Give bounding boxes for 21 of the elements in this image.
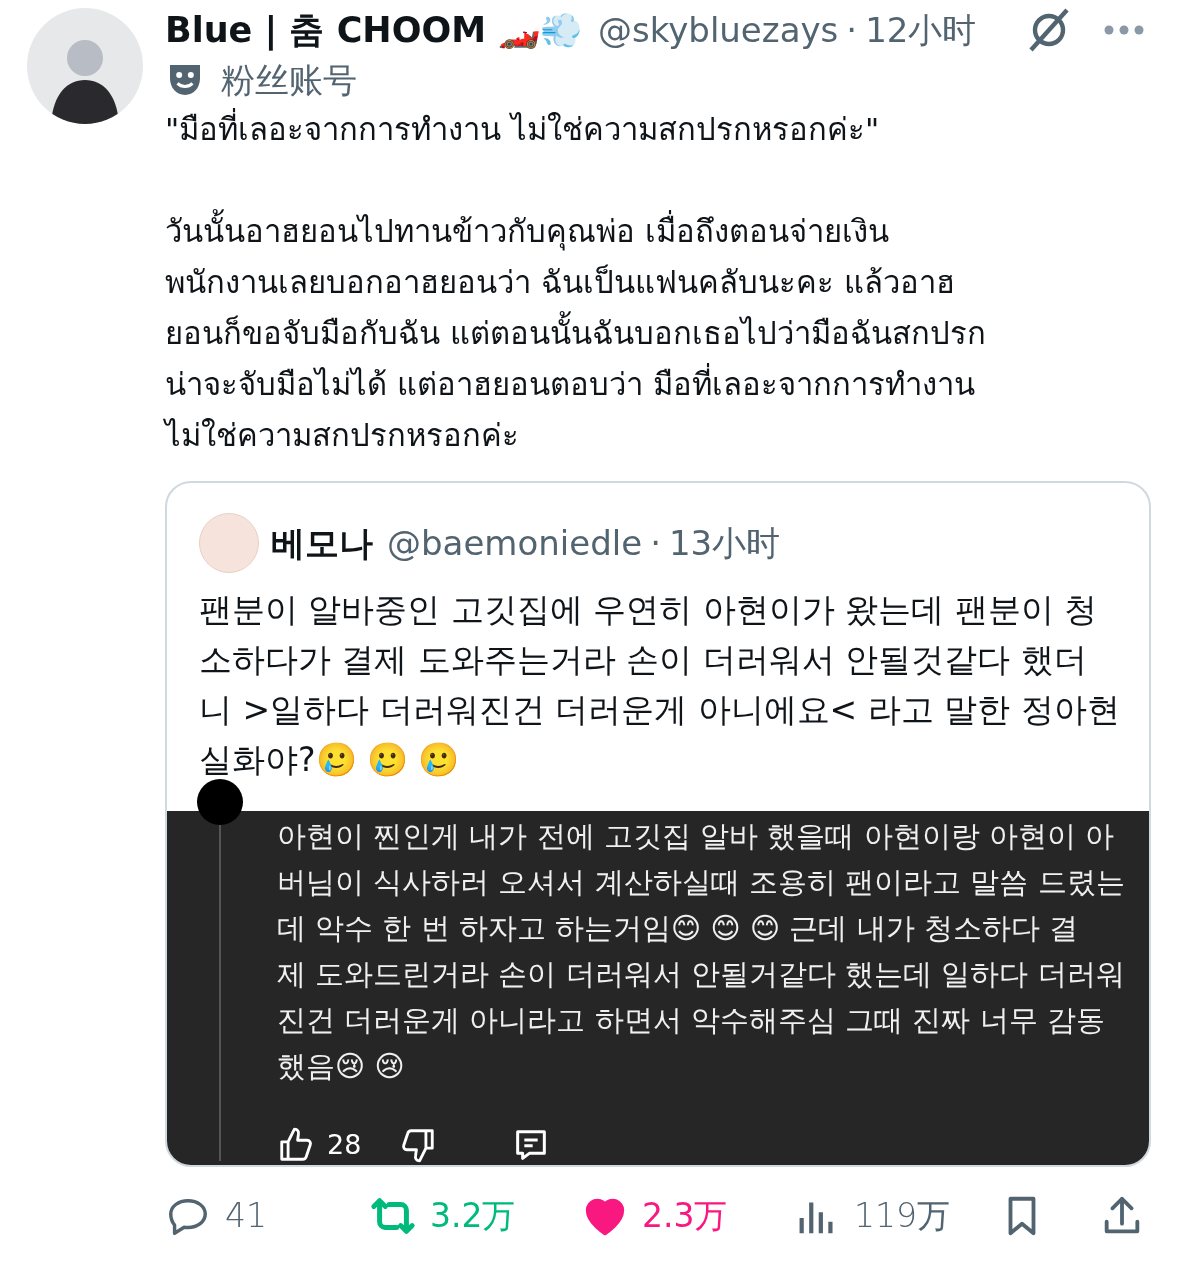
name-emoji: 🏎💨 [498,8,582,52]
quoted-post-card[interactable] [165,481,1151,1167]
quoted-post-time: 13小时 [668,521,781,565]
more-icon[interactable] [1103,24,1145,36]
comment-avatar [197,779,243,825]
separator-dot: · [650,521,661,565]
author-name[interactable]: Blue | 춤 CHOOM [165,3,486,57]
quoted-author-handle: @baemoniedle [387,521,643,565]
views-button[interactable]: 119万 [794,1191,999,1241]
separator-dot: · [846,8,858,52]
reply-button[interactable]: 41 [165,1191,370,1241]
like-count: 28 [327,1128,362,1162]
quoted-post-text: 팬분이 알바중인 고깃집에 우연히 아현이가 왔는데 팬분이 청 소하다가 결제 도와주는거라 손이 더러워서 안될것같다 했더 니 >일하다 더러워진건 더러운게 아니에요< 라고 말한 정아현 실화야?🥲 🥲 🥲 [199,589,1121,781]
author-handle[interactable]: @skybluezays [598,4,839,56]
tweet-text: "มือที่เลอะจากการทำงาน ไม่ใช่ความสกปรกหรอกค่ะ" [165,104,1155,155]
comment-text: 아현이 찐인게 내가 전에 고깃집 알바 했을때 아현이랑 아현이 아 버님이 식사하러 오셔서 계산하실때 조용히 팬이라고 말씀 드렸는 데 악수 한 번 하자고 하는거임😊 😊 😊 근데 내가 청소하다 결 제 도와드린거라 손이 더러워서 안될거같다 했는데 일하다 더러워 진건 더러운게 아니라고 하면서 악수해주심 그때 진짜 너무 감동 했음😢 😢 [277,818,1125,1085]
tweet-text: วันนั้นอาฮยอนไปทานข้าวกับคุณพ่อ เมื่อถึงตอนจ่ายเงิน พนักงานเลยบอกอาฮยอนว่า ฉันเป็นแฟนคลับนะคะ แล้วอาฮ ยอนก็ขอจับมือกับฉัน แต่ตอนนั้นฉันบอกเธอไปว่ามือฉันสกปรก น่าจะจับมือไม่ได้ แต่อาฮยอนตอบว่า มือที่เลอะจากการทำงาน ไม่ใช่ความสกปรกหรอกค่ะ [165,206,1155,461]
account-label: 粉丝账号 [221,58,357,102]
post-time[interactable]: 12小时 [865,4,977,56]
like-button[interactable]: 2.3万 [582,1191,794,1241]
quoted-author-name: 베모나 [271,521,373,565]
